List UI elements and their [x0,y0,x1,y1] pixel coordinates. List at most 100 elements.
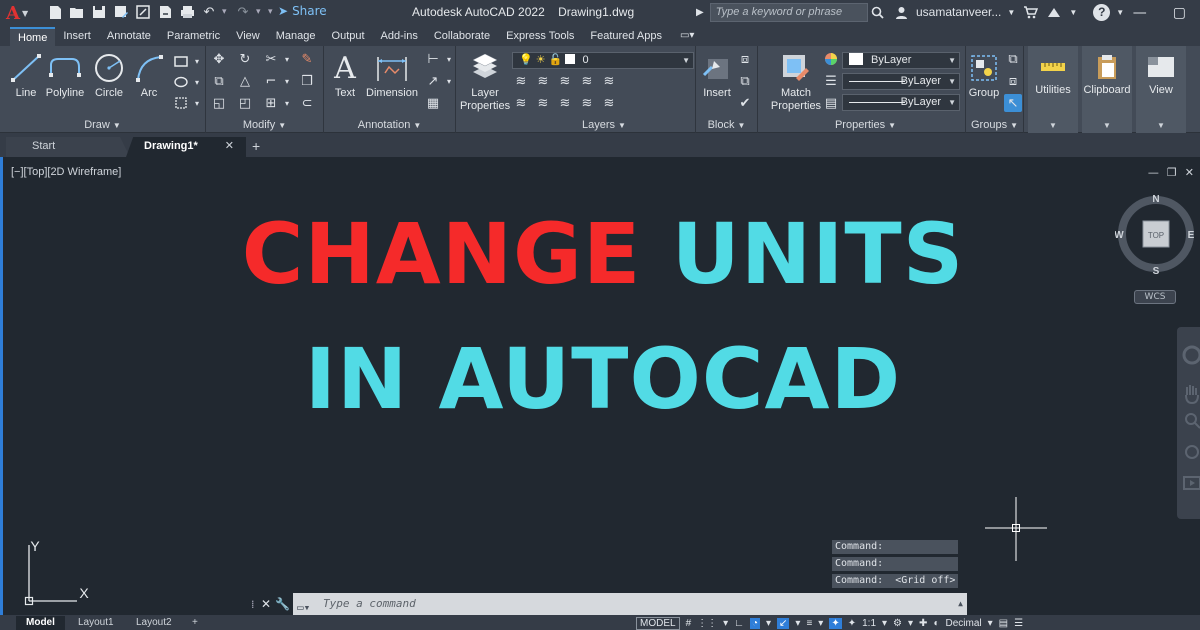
tab-output[interactable]: Output [324,27,373,46]
viewcube[interactable]: TOP N S E W [1115,193,1197,275]
tab-home[interactable]: Home [10,27,56,46]
chevron-down-icon[interactable]: ▾ [988,618,993,629]
undo-icon[interactable]: ↶ [200,3,218,21]
units-value[interactable]: Decimal [945,618,981,629]
layer-freeze-icon[interactable]: ≋ [556,72,574,90]
wcs-menu[interactable]: WCS [1134,290,1176,304]
tab-insert[interactable]: Insert [55,27,99,46]
tab-annotate[interactable]: Annotate [99,27,159,46]
connect-icon[interactable] [1045,3,1063,21]
tab-parametric[interactable]: Parametric [159,27,228,46]
save-as-icon[interactable] [112,3,130,21]
tab-add-ins[interactable]: Add-ins [373,27,426,46]
table-icon[interactable]: ▦ [424,94,442,112]
list-icon[interactable]: ▤ [822,94,840,112]
polar-icon[interactable]: ◔ [749,617,760,629]
line-button[interactable]: Line [8,52,44,100]
new-tab-icon[interactable]: + [252,137,268,157]
user-icon[interactable] [892,3,910,21]
arc-button[interactable]: Arc [132,52,166,100]
publish-icon[interactable] [134,3,152,21]
plot-icon[interactable] [178,3,196,21]
chevron-down-icon[interactable]: ▾ [766,618,771,629]
auto-scale-icon[interactable]: ✦ [848,618,856,629]
block-panel-title[interactable]: Block ▼ [696,119,757,131]
layer-dropdown[interactable]: 💡 ☀ 🔓 0 ▼ [512,52,694,69]
tab-view[interactable]: View [228,27,268,46]
chevron-down-icon[interactable]: ▾ [188,73,206,91]
compass-east-label[interactable]: E [1188,230,1195,241]
model-layout-tab[interactable]: Model [16,616,65,630]
chevron-down-icon[interactable]: ▾ [908,618,913,629]
modify-panel-title[interactable]: Modify ▼ [206,119,323,131]
annotation-visibility-icon[interactable]: ✦ [829,617,842,629]
view-panel-button[interactable]: View ▼ [1136,46,1186,133]
scale-icon[interactable]: ◰ [236,94,254,112]
grip-handle[interactable]: ⁞ [251,598,261,611]
chevron-down-icon[interactable]: ▼ [1069,8,1077,17]
share-button[interactable]: ➤ Share [278,4,327,18]
search-icon[interactable] [868,3,886,21]
drawing-viewport[interactable]: [−][Top][2D Wireframe] — ❐ ✕ CHANGE UNIT… [0,157,1200,615]
insert-button[interactable]: Insert [698,52,736,100]
close-icon[interactable]: ✕ [225,137,234,155]
gear-icon[interactable]: ⚙ [893,618,902,629]
chevron-down-icon[interactable]: ▾ [188,52,206,70]
open-folder-icon[interactable] [68,3,86,21]
linetype-dropdown[interactable]: ByLayer ▼ [842,73,960,90]
clipboard-panel-button[interactable]: Clipboard ▼ [1082,46,1132,133]
lineweight-dropdown[interactable]: ByLayer ▼ [842,94,960,111]
command-input[interactable]: ▭▾ Type a command ▲ [293,593,967,615]
chevron-down-icon[interactable]: ▾ [278,94,296,112]
groups-panel-title[interactable]: Groups ▼ [966,119,1023,131]
chevron-right-icon[interactable]: ▶ [696,7,704,18]
explode-icon[interactable]: ❒ [298,72,316,90]
tab-express-tools[interactable]: Express Tools [498,27,582,46]
tab-collaborate[interactable]: Collaborate [426,27,498,46]
add-layout-icon[interactable]: + [182,616,208,630]
layer-thaw-icon[interactable]: ≋ [556,94,574,112]
restore-icon[interactable]: ❐ [1167,166,1177,179]
layer-off-icon[interactable]: ≋ [512,72,530,90]
chevron-down-icon[interactable]: ▾ [795,618,800,629]
color-wheel-icon[interactable] [822,50,840,68]
edit-block-icon[interactable]: ⧉ [736,72,754,90]
lineweight-icon[interactable]: ≡ [806,618,812,629]
layer-unlock-icon[interactable]: ≋ [578,94,596,112]
zoom-icon[interactable] [1185,413,1197,425]
chevron-down-icon[interactable]: ▾ [882,618,887,629]
chevron-down-icon[interactable]: ▾ [818,618,823,629]
tab-featured-apps[interactable]: Featured Apps [582,27,670,46]
dimension-button[interactable]: Dimension [364,52,420,100]
maximize-icon[interactable]: ▢ [1173,5,1186,21]
model-space-button[interactable]: MODEL [636,616,680,630]
redo-icon[interactable]: ↷ [234,3,252,21]
create-block-icon[interactable]: ⧈ [736,50,754,68]
drawing-tab[interactable]: Drawing1* ✕ [126,137,246,157]
circle-button[interactable]: Circle [90,52,128,100]
move-icon[interactable]: ✥ [210,50,228,68]
minimize-icon[interactable]: — [1148,166,1159,179]
rotate-icon[interactable]: ↻ [236,50,254,68]
close-icon[interactable]: ✕ [1185,166,1194,179]
layer-properties-button[interactable]: Layer Properties [460,52,510,113]
isolate-icon[interactable]: ◐ [933,618,939,629]
grid-icon[interactable]: # [686,618,692,629]
compass-west-label[interactable]: W [1115,230,1124,241]
chevron-down-icon[interactable]: ▾ [222,7,230,17]
utilities-panel-button[interactable]: Utilities ▼ [1028,46,1078,133]
chevron-down-icon[interactable]: ▾ [256,7,264,17]
pan-icon[interactable] [1185,385,1199,405]
viewport-controls[interactable]: [−][Top][2D Wireframe] [11,166,121,178]
mirror-icon[interactable]: △ [236,72,254,90]
layout1-tab[interactable]: Layout1 [68,616,124,630]
layer-on-icon[interactable]: ≋ [512,94,530,112]
plus-icon[interactable]: ✚ [919,618,927,629]
chevron-up-icon[interactable]: ▲ [958,593,963,615]
compass-north-label[interactable]: N [1152,194,1159,205]
orbit-icon[interactable] [1185,445,1199,459]
snap-icon[interactable]: ⋮⋮ [697,618,717,629]
annotation-panel-title[interactable]: Annotation ▼ [324,119,455,131]
steering-wheel-icon[interactable] [1182,345,1200,365]
customize-qat-icon[interactable]: ▾ [268,7,276,17]
